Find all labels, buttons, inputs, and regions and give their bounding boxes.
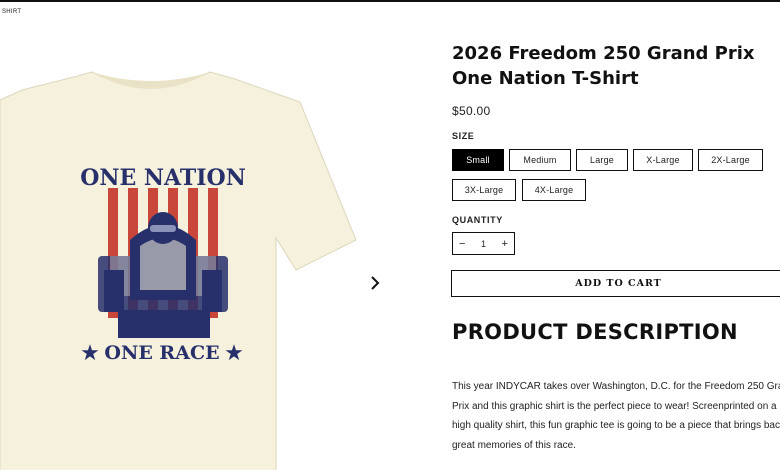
add-to-cart-button[interactable]: ADD TO CART [451,270,780,297]
graphic-bottom-text: ONE RACE [104,342,219,364]
star-left-icon: ★ [80,340,100,365]
quantity-value[interactable]: 1 [481,239,486,249]
product-image[interactable]: ONE NATION ★ ★ ONE RACE [0,60,360,470]
quantity-label: QUANTITY [452,215,503,225]
star-right-icon: ★ [224,340,244,365]
size-option-small[interactable]: Small [452,149,504,171]
chevron-right-icon[interactable] [366,274,384,292]
quantity-increase-button[interactable]: + [502,238,508,250]
product-title: 2026 Freedom 250 Grand Prix One Nation T… [452,43,755,89]
breadcrumb[interactable]: SHIRT [2,9,21,15]
product-price: $50.00 [452,104,491,118]
description-text: This year INDYCAR takes over Washington,… [452,381,780,451]
size-option-3x-large[interactable]: 3X-Large [452,179,516,201]
size-option-x-large[interactable]: X-Large [633,149,693,171]
quantity-decrease-button[interactable]: − [459,238,465,250]
size-option-medium[interactable]: Medium [509,149,571,171]
top-border [0,0,780,2]
description-heading: PRODUCT DESCRIPTION [452,320,738,344]
size-label: SIZE [452,131,475,141]
size-option-4x-large[interactable]: 4X-Large [522,179,586,201]
t-shirt-graphic: ONE NATION ★ ★ ONE RACE [0,71,357,470]
size-option-2x-large[interactable]: 2X-Large [698,149,763,171]
size-option-large[interactable]: Large [576,149,628,171]
graphic-top-text: ONE NATION [80,165,246,191]
quantity-stepper: − 1 + [452,232,515,255]
